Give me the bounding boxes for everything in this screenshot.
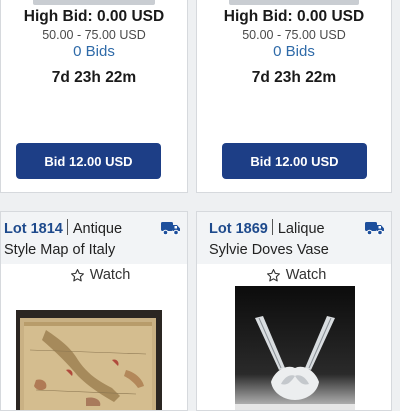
high-bid-text: High Bid: 0.00 USD bbox=[23, 8, 165, 25]
estimate-range: 50.00 - 75.00 USD bbox=[242, 28, 346, 42]
watch-button[interactable]: Watch bbox=[1, 264, 187, 286]
image-edge bbox=[229, 0, 359, 5]
watch-button[interactable]: Watch bbox=[197, 264, 391, 286]
bids-count-link[interactable]: 0 Bids bbox=[197, 43, 391, 60]
map-of-italy-photo[interactable] bbox=[16, 310, 162, 410]
bid-button[interactable]: Bid 12.00 USD bbox=[222, 143, 367, 179]
image-edge bbox=[33, 0, 155, 5]
watch-label: Watch bbox=[285, 267, 327, 283]
lot-title-start[interactable]: Lalique bbox=[278, 221, 325, 237]
star-outline-icon bbox=[70, 268, 84, 281]
lalique-doves-vase-photo[interactable] bbox=[235, 286, 355, 411]
lot-card-1814[interactable]: Lot 1814 Antique Style Map of Italy Watch bbox=[0, 211, 188, 411]
time-remaining: 7d 23h 22m bbox=[51, 69, 137, 86]
lot-number[interactable]: Lot 1814 bbox=[4, 221, 63, 237]
truck-icon bbox=[161, 222, 180, 236]
estimate-range: 50.00 - 75.00 USD bbox=[42, 28, 146, 42]
high-bid-text: High Bid: 0.00 USD bbox=[223, 8, 365, 25]
lot-title-end[interactable]: Sylvie Doves Vase bbox=[209, 242, 329, 258]
lot-card-top-right: High Bid: 0.00 USD 50.00 - 75.00 USD 0 B… bbox=[196, 0, 392, 193]
star-outline-icon bbox=[266, 268, 280, 281]
truck-icon bbox=[365, 222, 384, 236]
lot-title-start[interactable]: Antique bbox=[73, 221, 122, 237]
bid-button[interactable]: Bid 12.00 USD bbox=[16, 143, 161, 179]
title-separator bbox=[66, 219, 68, 235]
lot-header: Lot 1869 Lalique Sylvie Doves Vase bbox=[197, 212, 391, 264]
bids-count-link[interactable]: 0 Bids bbox=[1, 43, 187, 60]
lot-title-line[interactable]: Lot 1814 Antique bbox=[4, 219, 122, 237]
lot-number[interactable]: Lot 1869 bbox=[209, 221, 268, 237]
lot-title-end[interactable]: Style Map of Italy bbox=[4, 242, 115, 258]
lot-header: Lot 1814 Antique Style Map of Italy bbox=[1, 212, 187, 264]
title-separator bbox=[271, 219, 273, 235]
watch-label: Watch bbox=[89, 267, 131, 283]
lot-card-top-left: High Bid: 0.00 USD 50.00 - 75.00 USD 0 B… bbox=[0, 0, 188, 193]
lot-title-line[interactable]: Lot 1869 Lalique bbox=[209, 219, 325, 237]
time-remaining: 7d 23h 22m bbox=[251, 69, 337, 86]
lot-card-1869[interactable]: Lot 1869 Lalique Sylvie Doves Vase Watch bbox=[196, 211, 392, 411]
